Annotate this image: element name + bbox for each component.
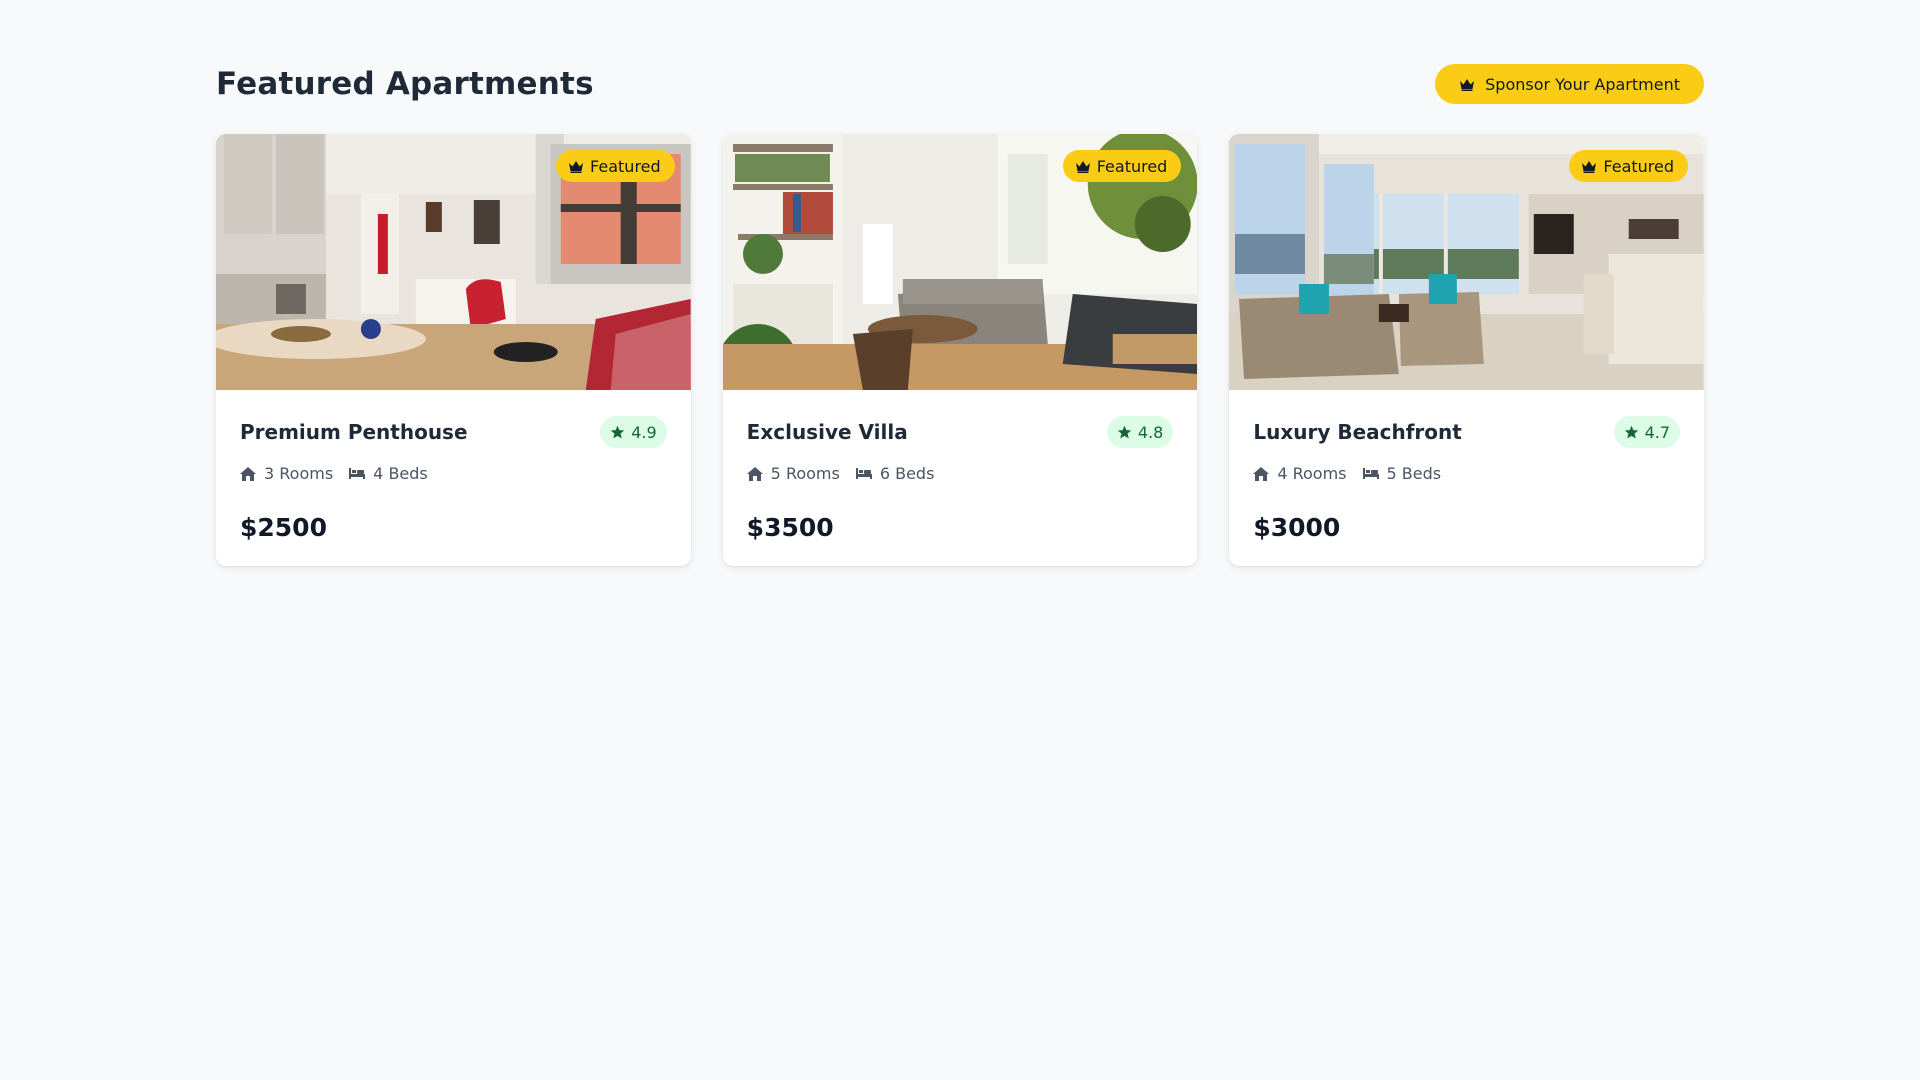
crown-icon <box>569 160 584 173</box>
beds-count: 6 Beds <box>879 464 935 483</box>
featured-badge: Featured <box>556 150 675 182</box>
apartment-card[interactable]: Featured Luxury Beachfront 4.7 4 Rooms 5… <box>1229 134 1705 566</box>
page-title: Featured Apartments <box>216 66 594 102</box>
rating-value: 4.8 <box>1137 422 1164 442</box>
apartment-card[interactable]: Featured Exclusive Villa 4.8 5 Rooms 6 B… <box>722 134 1198 566</box>
card-body: Exclusive Villa 4.8 5 Rooms 6 Beds $3500 <box>723 390 1198 542</box>
card-body: Premium Penthouse 4.9 3 Rooms 4 Beds $25… <box>216 390 691 542</box>
star-icon <box>1624 425 1638 439</box>
featured-badge: Featured <box>1569 150 1689 182</box>
crown-icon <box>1075 160 1090 173</box>
home-icon <box>746 466 763 481</box>
sponsor-button-label: Sponsor Your Apartment <box>1485 74 1680 94</box>
apartment-title: Exclusive Villa <box>746 420 908 444</box>
beds-count: 5 Beds <box>1386 464 1442 483</box>
main-container: Featured Apartments Sponsor Your Apartme… <box>216 0 1705 566</box>
featured-badge-label: Featured <box>1096 156 1168 176</box>
rooms-count: 3 Rooms <box>264 464 334 483</box>
beds-count: 4 Beds <box>373 464 428 483</box>
featured-badge-label: Featured <box>590 156 661 176</box>
apartment-price: $3000 <box>1253 513 1341 542</box>
bed-icon <box>1362 468 1379 479</box>
apartment-meta: 4 Rooms 5 Beds <box>1253 464 1680 483</box>
sponsor-apartment-button[interactable]: Sponsor Your Apartment <box>1435 64 1704 104</box>
apartment-photo[interactable]: Featured <box>722 134 1198 390</box>
apartment-card-list: Featured Premium Penthouse 4.9 3 Rooms 4… <box>216 134 1705 566</box>
rating-badge: 4.7 <box>1613 416 1681 448</box>
apartment-price: $3500 <box>746 513 834 542</box>
crown-icon <box>1460 78 1475 91</box>
rating-badge: 4.8 <box>1106 416 1174 448</box>
rating-badge: 4.9 <box>600 416 667 448</box>
home-icon <box>240 466 256 481</box>
apartment-photo[interactable]: Featured <box>1229 134 1705 390</box>
card-body: Luxury Beachfront 4.7 4 Rooms 5 Beds $30… <box>1229 390 1704 542</box>
apartment-card[interactable]: Featured Premium Penthouse 4.9 3 Rooms 4… <box>216 134 691 566</box>
crown-icon <box>1582 160 1597 173</box>
bed-icon <box>349 468 366 479</box>
bed-icon <box>855 468 872 479</box>
rooms-count: 4 Rooms <box>1277 464 1347 483</box>
apartment-photo[interactable]: Featured <box>216 134 691 390</box>
apartment-meta: 5 Rooms 6 Beds <box>746 464 1174 483</box>
rating-value: 4.9 <box>631 422 657 442</box>
star-icon <box>611 425 625 439</box>
apartment-meta: 3 Rooms 4 Beds <box>240 464 667 483</box>
apartment-title: Luxury Beachfront <box>1253 420 1462 444</box>
featured-badge: Featured <box>1062 150 1182 182</box>
home-icon <box>1253 466 1270 481</box>
featured-badge-label: Featured <box>1603 156 1675 176</box>
star-icon <box>1117 425 1132 439</box>
apartment-title: Premium Penthouse <box>240 420 468 444</box>
page-header: Featured Apartments Sponsor Your Apartme… <box>216 64 1704 104</box>
apartment-price: $2500 <box>240 513 327 542</box>
rooms-count: 5 Rooms <box>770 464 840 483</box>
rating-value: 4.7 <box>1644 422 1671 442</box>
